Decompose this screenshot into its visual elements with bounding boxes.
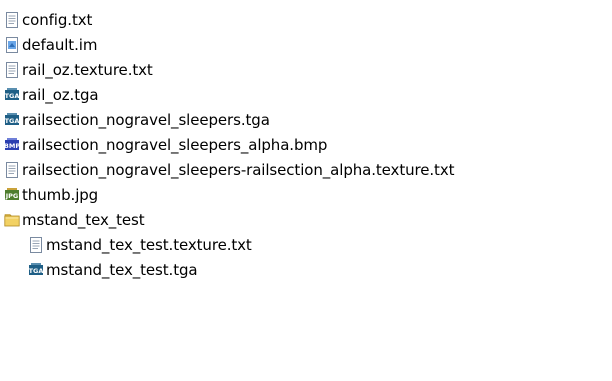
file-tree: config.txt default.im rail_oz.texture.tx… [0,0,612,381]
text-file-icon [6,12,18,28]
tga-badge-text: TGA [5,92,20,100]
text-file-icon [6,62,18,78]
bmp-file-icon: BMP [4,138,20,150]
jpg-file-icon: JPG [5,188,19,200]
file-name: config.txt [22,11,93,29]
tga-file-icon: TGA [5,88,20,100]
folder-item-mstand-tex-test[interactable]: mstand_tex_test [4,208,145,232]
tga-badge-text: TGA [29,267,44,275]
file-name: thumb.jpg [22,186,99,204]
file-item-railsection-nogravel-sleepers-alpha-bmp[interactable]: BMP railsection_nogravel_sleepers_alpha.… [4,133,327,157]
folder-icon [4,214,20,227]
file-name: rail_oz.texture.txt [22,61,153,79]
bmp-badge-text: BMP [4,142,20,150]
file-item-rail-oz-texture-txt[interactable]: rail_oz.texture.txt [4,58,153,82]
file-item-railsection-nogravel-sleepers-tga[interactable]: TGA railsection_nogravel_sleepers.tga [4,108,270,132]
file-name: mstand_tex_test.tga [46,261,198,279]
tga-badge-text: TGA [5,117,20,125]
file-item-thumb-jpg[interactable]: JPG thumb.jpg [4,183,98,207]
tga-file-icon: TGA [29,263,44,275]
folder-name: mstand_tex_test [22,211,145,229]
jpg-badge-text: JPG [5,192,19,200]
file-name: railsection_nogravel_sleepers.tga [22,111,270,129]
text-file-icon [6,162,18,178]
file-item-mstand-tex-test-texture-txt[interactable]: mstand_tex_test.texture.txt [28,233,252,257]
file-item-mstand-tex-test-tga[interactable]: TGA mstand_tex_test.tga [28,258,198,282]
image-file-icon [6,37,18,53]
file-name: railsection_nogravel_sleepers_alpha.bmp [22,136,328,154]
file-name: default.im [22,36,98,54]
text-file-icon [30,237,42,253]
file-item-default-im[interactable]: default.im [4,33,97,57]
file-name: railsection_nogravel_sleepers-railsectio… [22,161,455,179]
file-item-config-txt[interactable]: config.txt [4,8,92,32]
tga-file-icon: TGA [5,113,20,125]
file-item-rail-oz-tga[interactable]: TGA rail_oz.tga [4,83,99,107]
file-item-railsection-alpha-texture-txt[interactable]: railsection_nogravel_sleepers-railsectio… [4,158,454,182]
file-name: rail_oz.tga [22,86,99,104]
file-name: mstand_tex_test.texture.txt [46,236,252,254]
